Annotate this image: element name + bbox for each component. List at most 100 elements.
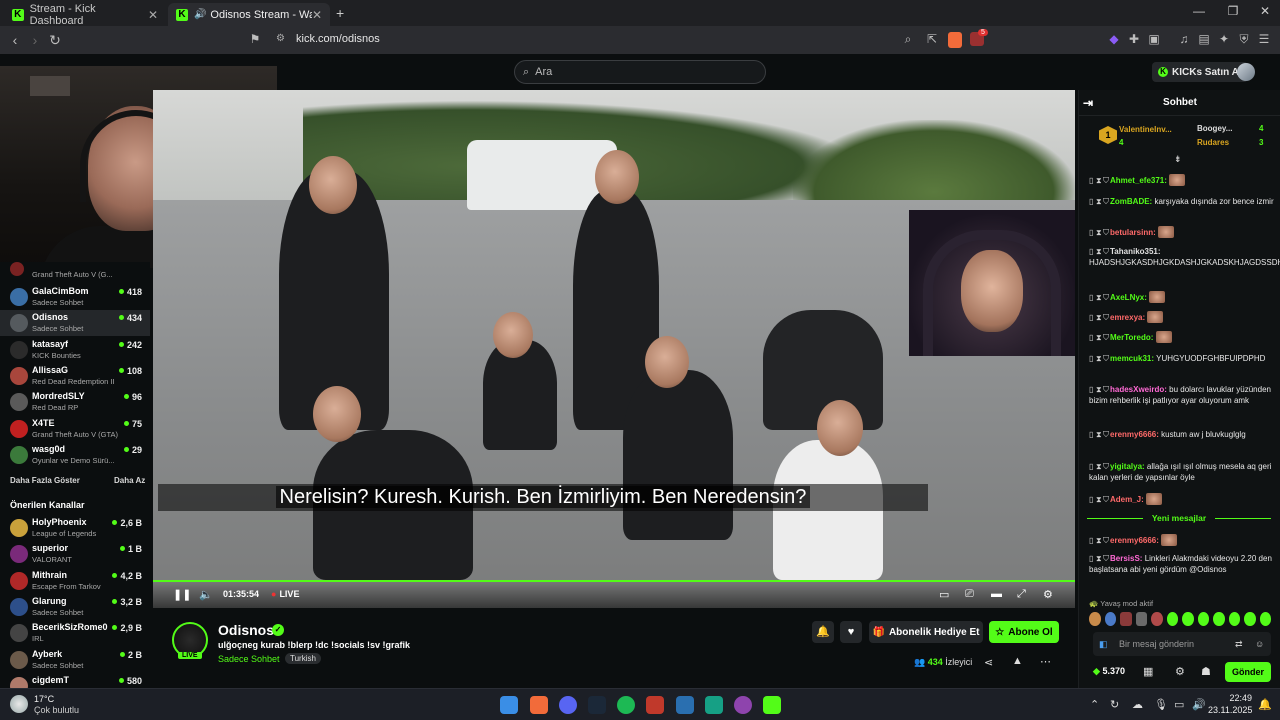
taskbar-date[interactable]: 23.11.2025: [1208, 705, 1252, 715]
timeout-icon[interactable]: ⧗: [1096, 312, 1103, 323]
timeout-icon[interactable]: ⧗: [1096, 384, 1103, 395]
tab-odisnos-stream[interactable]: K 🔊 Odisnos Stream - Watch Live ✕: [168, 3, 330, 26]
timeout-icon[interactable]: ⧗: [1096, 429, 1103, 440]
share-icon[interactable]: ⋖: [984, 656, 993, 669]
sidebar-channel-holyphoenix[interactable]: HolyPhoenix League of Legends 2,6 B: [0, 515, 150, 541]
report-icon[interactable]: ▲: [1012, 655, 1023, 667]
chat-username[interactable]: memcuk31:: [1110, 354, 1154, 363]
clip-icon[interactable]: ⎚: [965, 588, 974, 601]
minimize-button[interactable]: —: [1184, 4, 1214, 18]
chat-username[interactable]: Tahaniko351:: [1110, 247, 1161, 256]
timeout-icon[interactable]: ⧗: [1096, 353, 1103, 364]
sidebar-channel-mordredsly[interactable]: MordredSLY Red Dead RP 96: [0, 389, 150, 415]
kicks-balance[interactable]: ◆ 5.370: [1093, 666, 1125, 677]
chat-rules-icon[interactable]: ▦: [1143, 665, 1153, 678]
more-options-icon[interactable]: ⋯: [1040, 655, 1051, 668]
timeout-icon[interactable]: ⧗: [1096, 292, 1103, 303]
sidebar-channel-ayberk[interactable]: Ayberk Sadece Sohbet 2 B: [0, 647, 150, 673]
sidebar-channel-katasayf[interactable]: katasayf KICK Bounties 242: [0, 337, 150, 363]
chat-settings-icon[interactable]: ⚙: [1175, 665, 1185, 678]
brave-shield-icon[interactable]: [948, 32, 962, 48]
bookmark-icon[interactable]: ⚑: [247, 32, 263, 46]
kick-app-icon[interactable]: [763, 696, 781, 714]
vpn-shield-icon[interactable]: ⛨: [1236, 32, 1252, 47]
taskbar-time[interactable]: 22:49: [1212, 693, 1252, 703]
timeout-icon[interactable]: ⧗: [1096, 175, 1103, 186]
timeout-icon[interactable]: ⧗: [1096, 246, 1103, 257]
menu-icon[interactable]: ☰: [1256, 32, 1272, 46]
url-field[interactable]: kick.com/odisnos: [296, 33, 380, 45]
expand-leaderboard-icon[interactable]: ⇟: [1174, 154, 1182, 165]
zoom-icon[interactable]: ⌕: [900, 32, 916, 47]
chat-username[interactable]: ZomBADE:: [1110, 197, 1152, 206]
leaderboard-name[interactable]: Rudares: [1197, 138, 1229, 147]
follow-heart-button[interactable]: ♥: [840, 621, 862, 643]
tab-close-icon[interactable]: ✕: [312, 8, 322, 22]
timeout-icon[interactable]: ⧗: [1096, 196, 1103, 207]
notifications-icon[interactable]: 🔔: [1258, 698, 1272, 711]
media-icon[interactable]: ♫: [1176, 32, 1192, 46]
emote-icon[interactable]: [1120, 612, 1132, 626]
share-icon[interactable]: ⇱: [924, 32, 940, 46]
tray-mic-icon[interactable]: 🎙: [1154, 698, 1168, 711]
app-icon[interactable]: [646, 696, 664, 714]
chat-username[interactable]: erenmy6666:: [1110, 536, 1159, 545]
show-less-link[interactable]: Daha Az: [114, 476, 145, 485]
volume-icon[interactable]: 🔈: [199, 588, 213, 601]
emote-icon[interactable]: [1244, 612, 1256, 626]
emote-icon[interactable]: [1166, 612, 1178, 626]
sidebar-channel-mithrain[interactable]: Mithrain Escape From Tarkov 4,2 B: [0, 568, 150, 594]
search-input[interactable]: ⌕ Ara: [514, 60, 766, 84]
sidebar-channel-wasg0d[interactable]: wasg0d Oyunlar ve Demo Sürü... 29: [0, 442, 150, 468]
emote-icon[interactable]: [1151, 612, 1163, 626]
stream-category[interactable]: Sadece Sohbet: [218, 654, 280, 664]
emote-icon[interactable]: [1182, 612, 1194, 626]
chat-users-icon[interactable]: ☗: [1201, 665, 1211, 678]
emote-icon[interactable]: [1104, 612, 1116, 626]
steam-icon[interactable]: [588, 696, 606, 714]
emote-icon[interactable]: [1259, 612, 1271, 626]
timeout-icon[interactable]: ⧗: [1096, 535, 1103, 546]
language-tag[interactable]: Turkish: [285, 653, 321, 664]
weather-desc[interactable]: Çok bulutlu: [34, 705, 79, 715]
maximize-button[interactable]: ❐: [1218, 4, 1248, 18]
emote-icon[interactable]: [1213, 612, 1225, 626]
leaderboard-name[interactable]: ValentineInv...: [1119, 125, 1172, 134]
pip-icon[interactable]: ▭: [939, 588, 949, 601]
site-info-icon[interactable]: ⚙: [276, 33, 285, 44]
collapse-chat-icon[interactable]: ⇥: [1083, 90, 1093, 116]
discord-icon[interactable]: [559, 696, 577, 714]
sidebar-channel-beceriksizrome0[interactable]: BecerikSizRome0 IRL 2,9 B: [0, 620, 150, 646]
progress-bar[interactable]: [153, 580, 1075, 582]
emote-icon[interactable]: [1135, 612, 1147, 626]
sidebar-channel-odisnos[interactable]: Odisnos Sadece Sohbet 434: [0, 310, 150, 337]
start-menu-icon[interactable]: [500, 696, 518, 714]
spotify-icon[interactable]: [617, 696, 635, 714]
chat-username[interactable]: Ahmet_efe371:: [1110, 176, 1167, 185]
sidebar-channel-glarung[interactable]: Glarung Sadece Sohbet 3,2 B: [0, 594, 150, 620]
tray-display-icon[interactable]: ▭: [1174, 698, 1184, 711]
show-more-link[interactable]: Daha Fazla Göster: [10, 476, 80, 485]
buy-kicks-button[interactable]: K KICKs Satın Al: [1152, 62, 1248, 82]
notification-bell-button[interactable]: 🔔: [812, 621, 834, 643]
emoji-icon[interactable]: ☺: [1255, 632, 1264, 656]
chat-prefix-icon[interactable]: ◧: [1099, 632, 1108, 656]
timeout-icon[interactable]: ⧗: [1096, 332, 1103, 343]
fullscreen-icon[interactable]: ⤢: [1017, 588, 1026, 601]
tray-expand-icon[interactable]: ⌃: [1090, 698, 1099, 711]
video-player[interactable]: [153, 90, 1075, 608]
leo-ai-icon[interactable]: ◆: [1106, 32, 1122, 46]
tab-close-icon[interactable]: ✕: [148, 8, 158, 22]
live-indicator[interactable]: ● LIVE: [271, 589, 299, 599]
sidebar-channel-allissag[interactable]: AllissaG Red Dead Redemption II 108: [0, 363, 150, 389]
ai-sparkle-icon[interactable]: ✦: [1216, 32, 1232, 46]
new-tab-button[interactable]: +: [336, 5, 344, 21]
send-button[interactable]: Gönder: [1225, 662, 1271, 682]
chat-username[interactable]: yigitalya:: [1110, 462, 1145, 471]
chat-username[interactable]: erenmy6666:: [1110, 430, 1159, 439]
emote-icon[interactable]: [1197, 612, 1209, 626]
pause-icon[interactable]: ❚❚: [173, 588, 191, 601]
timeout-icon[interactable]: ⧗: [1096, 494, 1103, 505]
weather-temp[interactable]: 17°C: [34, 694, 54, 704]
app-icon[interactable]: [734, 696, 752, 714]
